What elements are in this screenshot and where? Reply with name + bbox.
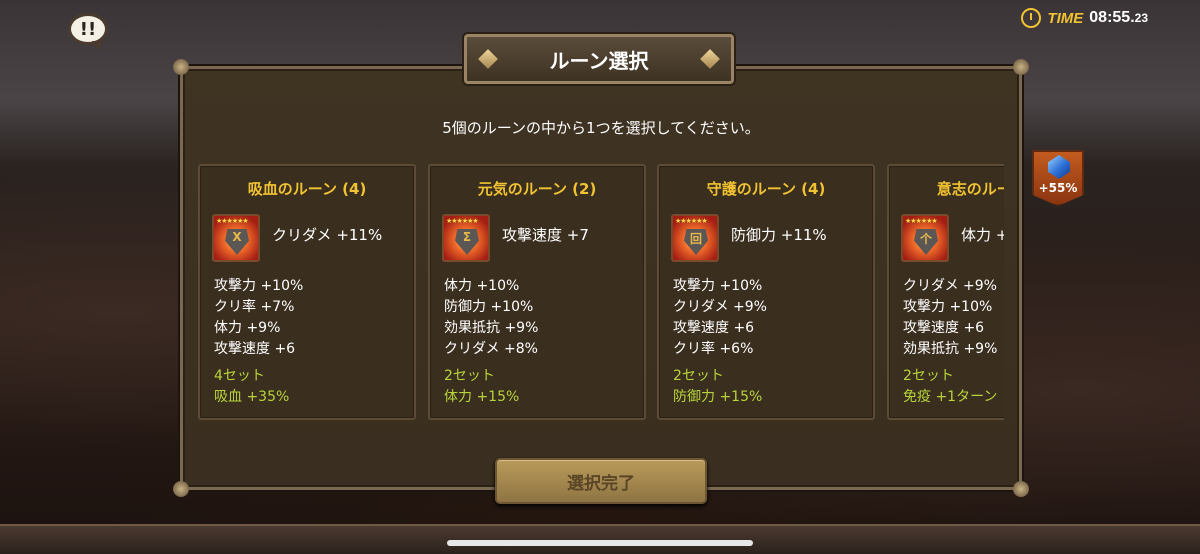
- rune-set-count: 4セット: [214, 368, 265, 384]
- blue-gem-icon: [1048, 155, 1070, 179]
- rune-substat: 体力 +10%: [444, 278, 520, 294]
- rune-main-stat: 攻撃速度 +7: [502, 226, 589, 244]
- rune-substat: 防御力 +10%: [444, 299, 534, 315]
- rune-set-count: 2セット: [903, 368, 954, 384]
- alarm-clock-icon: [1021, 8, 1042, 28]
- rune-set-info: 4セット 吸血 +35%: [214, 366, 289, 408]
- rune-substat: 攻撃速度 +6: [214, 341, 296, 357]
- rune-set-bonus: 免疫 +1ターン: [903, 389, 998, 405]
- time-label: TIME: [1047, 9, 1084, 27]
- notice-button[interactable]: !!: [66, 11, 110, 51]
- corner-rivet: [1013, 59, 1029, 75]
- bottom-bar: [0, 524, 1200, 554]
- rune-substat: クリ率 +6%: [673, 341, 754, 357]
- rune-card-title: 吸血のルーン (4): [247, 180, 367, 198]
- rune-substat: クリダメ +9%: [673, 299, 767, 315]
- rune-substats: 体力 +10% 防御力 +10% 効果抵抗 +9% クリダメ +8%: [444, 276, 538, 360]
- rune-substats: 攻撃力 +10% クリダメ +9% 攻撃速度 +6 クリ率 +6%: [673, 276, 767, 360]
- confirm-selection-button[interactable]: 選択完了: [495, 458, 707, 504]
- rune-main-stat: 体力 +: [961, 226, 1004, 244]
- corner-rivet: [1013, 481, 1029, 497]
- rune-substat: 攻撃力 +10%: [673, 278, 763, 294]
- rune-stars-icon: ★★★★★★: [446, 217, 479, 225]
- rune-substat: クリ率 +7%: [214, 299, 295, 315]
- corner-rivet: [173, 59, 189, 75]
- rune-main-stat: 防御力 +11%: [731, 226, 827, 244]
- rune-set-bonus: 吸血 +35%: [214, 389, 290, 405]
- rune-substat: 体力 +9%: [214, 320, 281, 336]
- time-display: TIME 08:55.23: [1021, 8, 1148, 28]
- rune-glyph: 回: [689, 232, 702, 246]
- rune-glyph: Ⅹ: [232, 230, 242, 244]
- rune-set-bonus: 防御力 +15%: [673, 389, 763, 405]
- rune-substat: 効果抵抗 +9%: [444, 320, 539, 336]
- rune-icon: Σ ★★★★★★: [442, 214, 490, 262]
- rune-set-count: 2セット: [673, 368, 724, 384]
- corner-rivet: [173, 481, 189, 497]
- notice-bubble-tail: [92, 41, 104, 50]
- rune-set-info: 2セット 免疫 +1ターン: [903, 366, 997, 408]
- notice-symbol: !!: [79, 18, 97, 40]
- rune-substat: 攻撃速度 +6: [673, 320, 755, 336]
- dialog-subtitle: 5個のルーンの中から1つを選択してください。: [442, 119, 760, 137]
- rune-stars-icon: ★★★★★★: [216, 217, 249, 225]
- dialog-title: ルーン選択: [549, 48, 649, 73]
- rune-substat: 効果抵抗 +9%: [903, 341, 998, 357]
- time-main: 08:55.: [1089, 9, 1135, 26]
- bonus-badge[interactable]: +55%: [1032, 150, 1084, 206]
- rune-glyph: Σ: [462, 230, 472, 244]
- rune-icon: 回 ★★★★★★: [671, 214, 719, 262]
- rune-card[interactable]: 吸血のルーン (4) Ⅹ ★★★★★★ クリダメ +11% 攻撃力 +10% ク…: [198, 164, 416, 420]
- rune-set-info: 2セット 体力 +15%: [444, 366, 519, 408]
- time-value: 08:55.23: [1089, 9, 1148, 27]
- rune-card[interactable]: 意志のルーン (4) 个 ★★★★★★ 体力 + クリダメ +9% 攻撃力 +1…: [887, 164, 1004, 420]
- rune-stars-icon: ★★★★★★: [905, 217, 938, 225]
- rune-card-title: 元気のルーン (2): [477, 180, 597, 198]
- bonus-badge-label: +55%: [1038, 181, 1078, 195]
- rune-main-stat: クリダメ +11%: [272, 226, 383, 244]
- rune-substats: 攻撃力 +10% クリ率 +7% 体力 +9% 攻撃速度 +6: [214, 276, 303, 360]
- diamond-ornament-icon: [478, 49, 498, 69]
- rune-set-bonus: 体力 +15%: [444, 389, 520, 405]
- rune-substat: 攻撃力 +10%: [903, 299, 993, 315]
- time-fraction: 23: [1134, 11, 1148, 25]
- rune-card[interactable]: 守護のルーン (4) 回 ★★★★★★ 防御力 +11% 攻撃力 +10% クリ…: [657, 164, 875, 420]
- dialog-title-plate: ルーン選択: [464, 34, 734, 84]
- rune-card-title: 意志のルーン (4): [936, 180, 1004, 198]
- rune-icon: 个 ★★★★★★: [901, 214, 949, 262]
- diamond-ornament-icon: [700, 49, 720, 69]
- home-indicator[interactable]: [447, 540, 753, 546]
- rune-stars-icon: ★★★★★★: [675, 217, 708, 225]
- rune-set-info: 2セット 防御力 +15%: [673, 366, 762, 408]
- rune-set-count: 2セット: [444, 368, 495, 384]
- rune-substat: クリダメ +9%: [903, 278, 997, 294]
- rune-card[interactable]: 元気のルーン (2) Σ ★★★★★★ 攻撃速度 +7 体力 +10% 防御力 …: [428, 164, 646, 420]
- rune-card-title: 守護のルーン (4): [706, 180, 826, 198]
- rune-substat: クリダメ +8%: [444, 341, 538, 357]
- rune-substat: 攻撃速度 +6: [903, 320, 985, 336]
- rune-glyph: 个: [919, 232, 932, 246]
- rune-substat: 攻撃力 +10%: [214, 278, 304, 294]
- rune-substats: クリダメ +9% 攻撃力 +10% 攻撃速度 +6 効果抵抗 +9%: [903, 276, 997, 360]
- rune-icon: Ⅹ ★★★★★★: [212, 214, 260, 262]
- rune-card-list[interactable]: 吸血のルーン (4) Ⅹ ★★★★★★ クリダメ +11% 攻撃力 +10% ク…: [198, 164, 1004, 422]
